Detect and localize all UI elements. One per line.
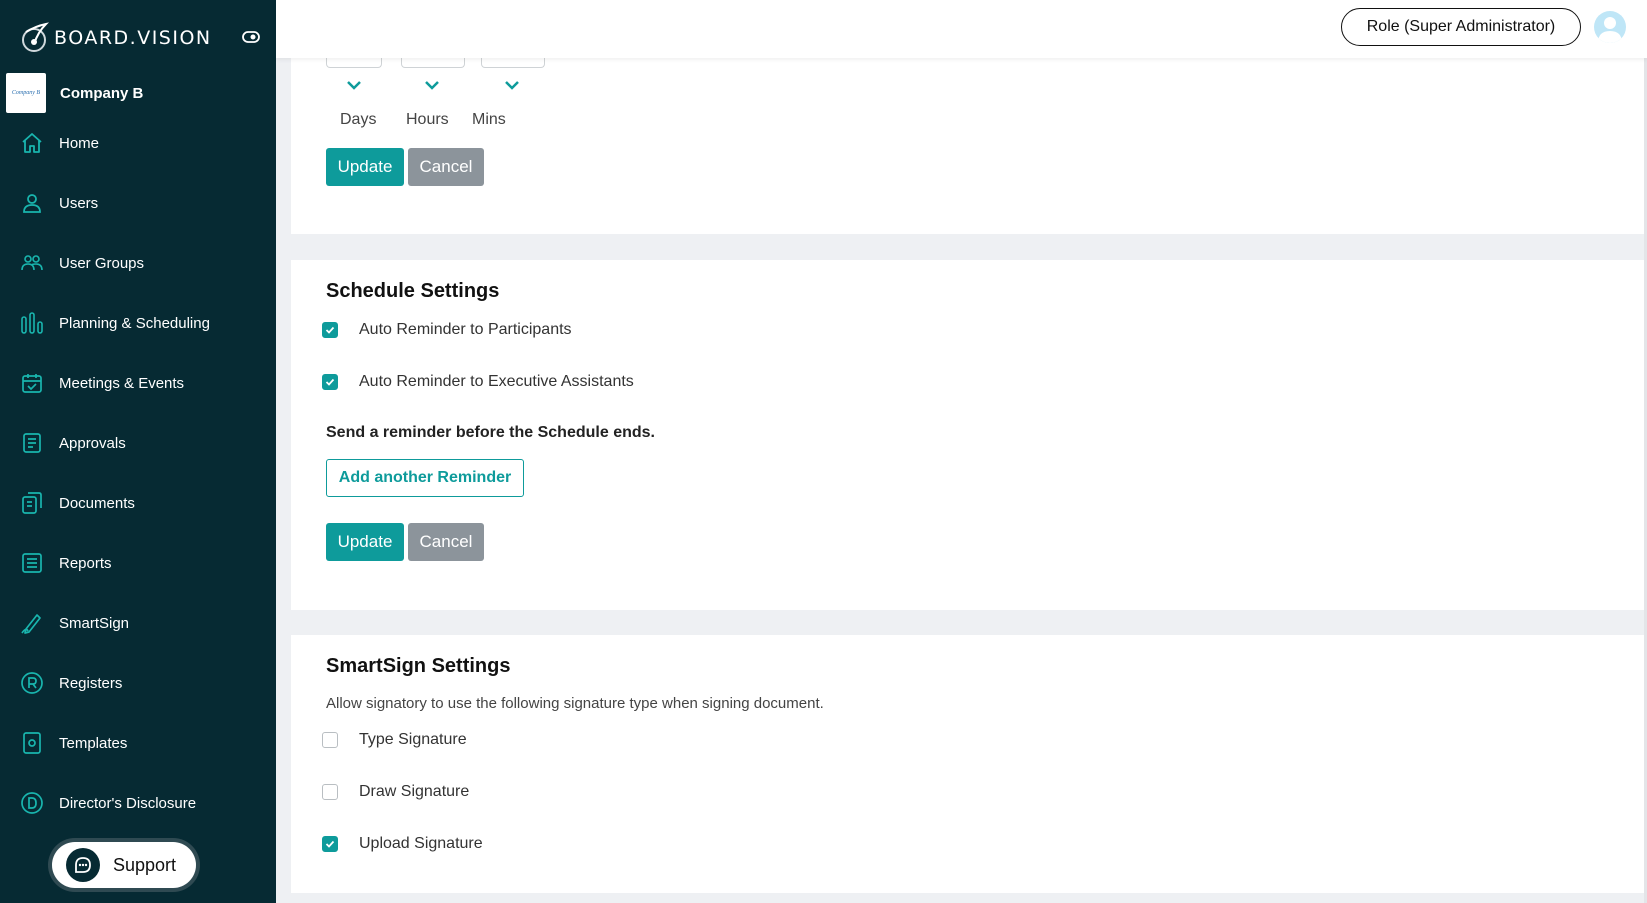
documents-icon <box>22 492 42 514</box>
sidebar-item-label: SmartSign <box>59 614 130 632</box>
sidebar-item-label: Registers <box>59 674 123 692</box>
user-icon <box>23 194 41 213</box>
sidebar-item-home[interactable]: Home <box>0 123 276 163</box>
user-group-icon <box>21 255 43 271</box>
sidebar-item-registers[interactable]: Registers <box>0 663 276 703</box>
sidebar-item-smartsign[interactable]: SmartSign <box>0 603 276 643</box>
sidebar-item-label: User Groups <box>59 254 145 272</box>
chevron-down-icon[interactable] <box>505 80 519 90</box>
reminder-note: Send a reminder before the Schedule ends… <box>326 424 655 441</box>
company-logo: Company B <box>6 73 46 113</box>
top-bar: Role (Super Administrator) <box>276 0 1647 58</box>
home-icon <box>22 133 42 153</box>
company-switcher[interactable]: Company B Company B <box>6 73 143 113</box>
sidebar-item-label: Home <box>59 134 100 152</box>
update-button[interactable]: Update <box>326 148 404 186</box>
board-vision-logo-icon <box>22 22 50 52</box>
calendar-icon <box>22 374 42 393</box>
smartsign-settings-card: SmartSign Settings Allow signatory to us… <box>291 635 1644 893</box>
sidebar-item-meetings-events[interactable]: Meetings & Events <box>0 363 276 403</box>
company-name: Company B <box>60 84 144 102</box>
schedule-settings-card: Schedule Settings Auto Reminder to Parti… <box>291 260 1644 610</box>
option-label: Upload Signature <box>359 835 483 852</box>
sidebar-item-label: Meetings & Events <box>59 374 185 392</box>
approval-document-icon <box>23 433 41 453</box>
sidebar-item-users[interactable]: Users <box>0 183 276 223</box>
sidebar-item-label: Documents <box>59 494 135 512</box>
sidebar-item-documents[interactable]: Documents <box>0 483 276 523</box>
sidebar-toggle-icon[interactable] <box>242 30 260 44</box>
cancel-button[interactable]: Cancel <box>408 148 484 186</box>
sidebar-item-label: Planning & Scheduling <box>59 314 210 332</box>
auto-reminder-participants-option[interactable]: Auto Reminder to Participants <box>322 321 572 339</box>
add-reminder-button[interactable]: Add another Reminder <box>326 459 524 497</box>
draw-signature-option[interactable]: Draw Signature <box>322 783 469 801</box>
brand[interactable]: BOARD.VISION <box>18 22 212 54</box>
chat-icon <box>66 848 100 882</box>
sidebar-item-templates[interactable]: Templates <box>0 723 276 763</box>
checkbox-checked[interactable] <box>322 374 338 390</box>
sidebar-item-reports[interactable]: Reports <box>0 543 276 583</box>
sidebar-item-approvals[interactable]: Approvals <box>0 423 276 463</box>
checkbox-unchecked[interactable] <box>322 732 338 748</box>
registered-icon <box>21 672 43 694</box>
brand-name: BOARD.VISION <box>54 27 212 49</box>
check-icon <box>325 840 335 848</box>
sidebar-item-planning-scheduling[interactable]: Planning & Scheduling <box>0 303 276 343</box>
chevron-down-icon[interactable] <box>347 80 361 90</box>
option-label: Auto Reminder to Participants <box>359 321 572 338</box>
chevron-down-icon[interactable] <box>425 80 439 90</box>
smartsign-description: Allow signatory to use the following sig… <box>326 695 824 712</box>
support-button[interactable]: Support <box>52 842 196 888</box>
checkbox-checked[interactable] <box>322 836 338 852</box>
section-title: Schedule Settings <box>326 280 500 302</box>
section-title: SmartSign Settings <box>326 655 511 677</box>
sidebar-item-directors-disclosure[interactable]: Director's Disclosure <box>0 783 276 823</box>
check-icon <box>325 326 335 334</box>
hours-label: Hours <box>406 111 449 128</box>
sidebar-item-label: Templates <box>59 734 128 752</box>
option-label: Draw Signature <box>359 783 470 800</box>
sidebar-item-user-groups[interactable]: User Groups <box>0 243 276 283</box>
disclosure-icon <box>21 792 43 814</box>
support-label: Support <box>113 854 177 875</box>
checkbox-checked[interactable] <box>322 322 338 338</box>
sidebar-item-label: Reports <box>59 554 112 572</box>
bar-chart-icon <box>21 312 43 334</box>
mins-label: Mins <box>472 111 506 128</box>
auto-reminder-executive-assistants-option[interactable]: Auto Reminder to Executive Assistants <box>322 373 634 391</box>
template-icon <box>23 732 41 754</box>
days-label: Days <box>340 111 377 128</box>
avatar[interactable] <box>1594 11 1626 43</box>
role-button[interactable]: Role (Super Administrator) <box>1341 8 1581 46</box>
checkbox-unchecked[interactable] <box>322 784 338 800</box>
sidebar-item-label: Users <box>59 194 99 212</box>
option-label: Type Signature <box>359 731 467 748</box>
sidebar-item-label: Approvals <box>59 434 126 452</box>
update-button[interactable]: Update <box>326 523 404 561</box>
pen-icon <box>21 614 41 634</box>
cancel-button[interactable]: Cancel <box>408 523 484 561</box>
sidebar-item-label: Director's Disclosure <box>59 794 197 812</box>
reports-icon <box>22 553 42 573</box>
sidebar: BOARD.VISION Company B Company B Home Us… <box>0 0 276 903</box>
type-signature-option[interactable]: Type Signature <box>322 731 467 749</box>
check-icon <box>325 378 335 386</box>
upload-signature-option[interactable]: Upload Signature <box>322 835 483 853</box>
option-label: Auto Reminder to Executive Assistants <box>359 373 634 390</box>
